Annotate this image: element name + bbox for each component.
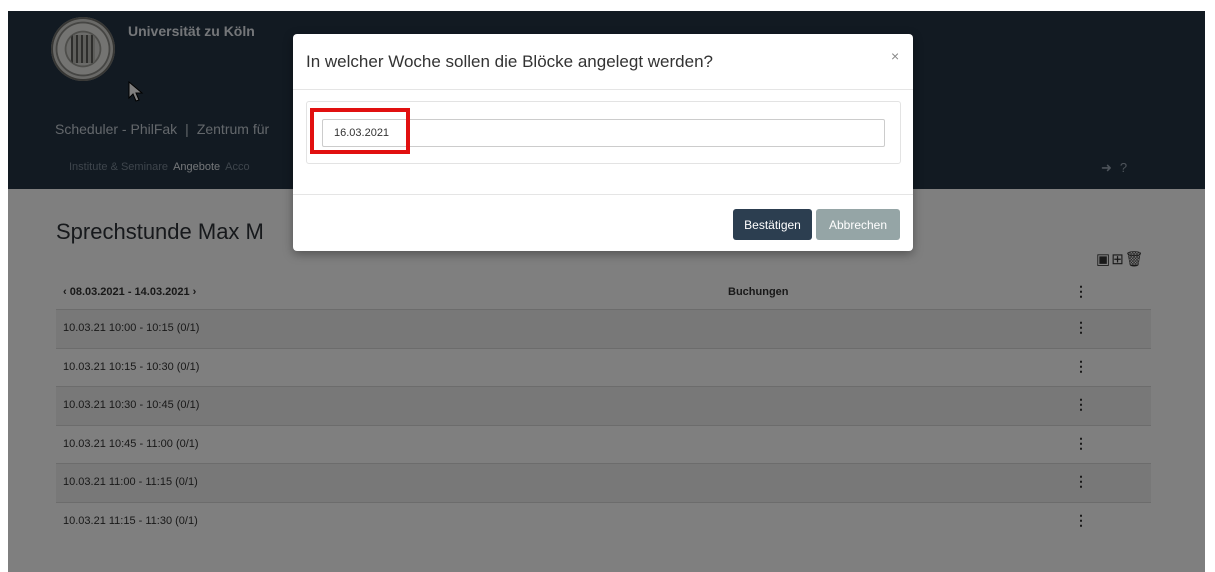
- close-icon[interactable]: ×: [891, 48, 899, 64]
- app-window: Universität zu Köln Scheduler - PhilFak|…: [8, 11, 1205, 572]
- annotation-highlight-box: [310, 108, 410, 154]
- cancel-button[interactable]: Abbrechen: [816, 209, 900, 240]
- divider: [293, 89, 913, 90]
- confirm-button[interactable]: Bestätigen: [733, 209, 812, 240]
- dialog-title: In welcher Woche sollen die Blöcke angel…: [306, 52, 713, 71]
- week-select-dialog: In welcher Woche sollen die Blöcke angel…: [293, 34, 913, 251]
- divider: [293, 194, 913, 195]
